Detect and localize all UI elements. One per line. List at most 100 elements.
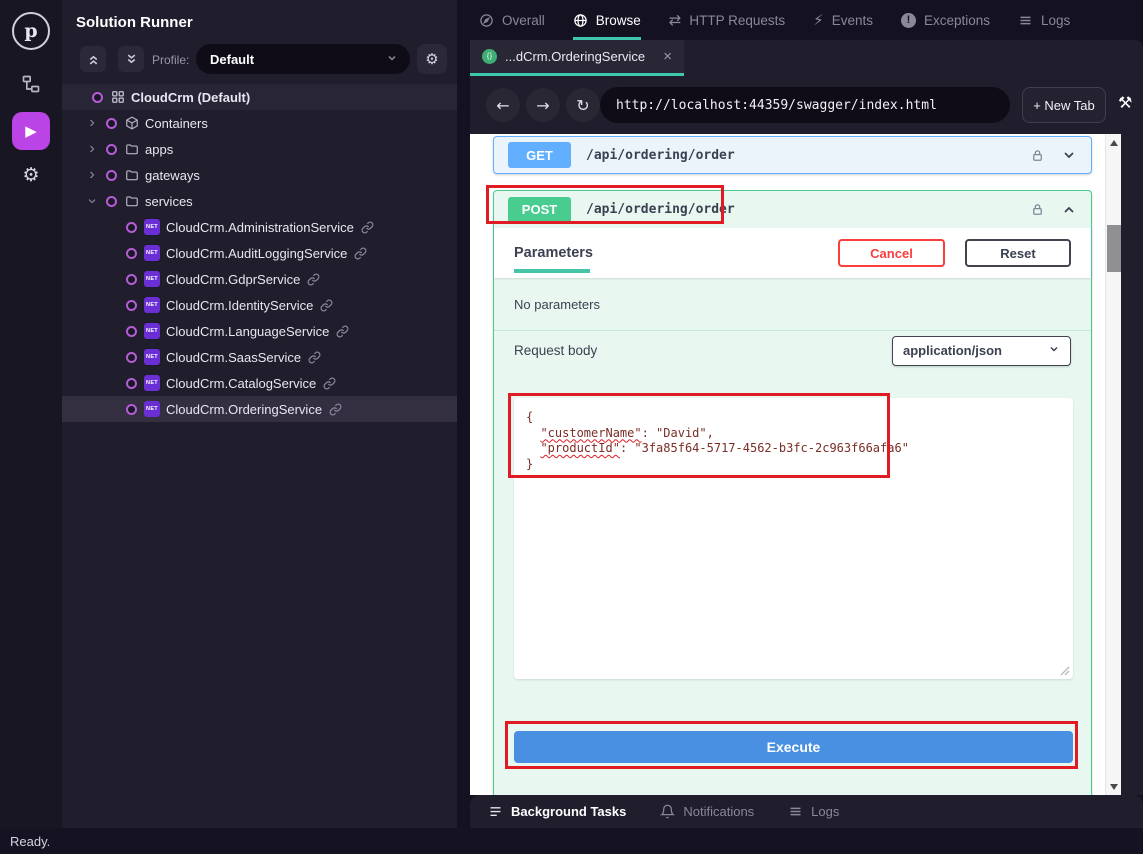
solution-tree-icon[interactable] xyxy=(19,72,43,96)
tab-label: Browse xyxy=(596,13,641,28)
tab-overall[interactable]: Overall xyxy=(479,0,545,40)
chevron-right-icon: › xyxy=(84,167,100,183)
status-text: Ready. xyxy=(10,834,50,849)
tab-http-requests[interactable]: ⇄ HTTP Requests xyxy=(669,0,785,40)
link-icon xyxy=(361,221,374,234)
double-chevron-up-icon xyxy=(87,53,100,66)
profile-dropdown[interactable]: Default xyxy=(196,44,410,74)
folder-icon xyxy=(124,168,139,183)
lock-icon[interactable] xyxy=(1030,148,1045,163)
dotnet-icon: NET xyxy=(144,297,160,313)
vertical-scrollbar[interactable] xyxy=(1105,134,1121,795)
bell-icon xyxy=(660,804,675,819)
back-button[interactable]: ← xyxy=(486,88,520,122)
content-type-value: application/json xyxy=(903,343,1002,358)
profile-settings-button[interactable]: ⚙ xyxy=(417,44,447,74)
sidebar: Solution Runner Profile: Default ⚙ xyxy=(62,0,457,828)
parameters-tab-underline xyxy=(514,269,590,273)
chevron-down-icon xyxy=(1048,343,1060,358)
url-input[interactable]: http://localhost:44359/swagger/index.htm… xyxy=(600,87,1010,123)
double-chevron-down-icon xyxy=(125,53,138,66)
tree-item-containers[interactable]: › Containers xyxy=(62,110,457,136)
app-logo-icon: p xyxy=(12,12,50,50)
scrollbar-thumb[interactable] xyxy=(1107,225,1121,272)
expand-all-button[interactable] xyxy=(118,46,144,72)
link-icon xyxy=(320,299,333,312)
tree-item-service-selected[interactable]: NET CloudCrm.OrderingService xyxy=(62,396,457,422)
new-tab-button[interactable]: + New Tab xyxy=(1022,87,1106,123)
folder-icon xyxy=(124,194,139,209)
status-dot-icon xyxy=(126,274,137,285)
tree-item-apps[interactable]: › apps xyxy=(62,136,457,162)
tree-item-service[interactable]: NET CloudCrm.AdministrationService xyxy=(62,214,457,240)
lines-icon xyxy=(788,804,803,819)
tree-item-service[interactable]: NET CloudCrm.AuditLoggingService xyxy=(62,240,457,266)
tree-item-root[interactable]: CloudCrm (Default) xyxy=(62,84,457,110)
tab-close-icon[interactable]: × xyxy=(663,48,672,65)
profile-label: Profile: xyxy=(152,53,189,67)
forward-arrow-icon: → xyxy=(536,96,549,115)
request-body-editor[interactable]: { "customerName": "David", "productId": … xyxy=(514,398,1073,679)
opblock-get[interactable]: GET /api/ordering/order xyxy=(493,136,1092,174)
parameters-section-header: Parameters Cancel Reset xyxy=(494,228,1091,278)
status-dot-icon xyxy=(126,326,137,337)
dotnet-icon: NET xyxy=(144,349,160,365)
logs-item[interactable]: Logs xyxy=(788,804,839,819)
cancel-button[interactable]: Cancel xyxy=(838,239,945,267)
notifications-item[interactable]: Notifications xyxy=(660,804,754,819)
run-button[interactable]: ▶ xyxy=(12,112,50,150)
service-label: CloudCrm.IdentityService xyxy=(166,298,313,313)
dotnet-icon: NET xyxy=(144,323,160,339)
browser-body: GET /api/ordering/order POST /api/orderi… xyxy=(470,134,1143,795)
post-opblock-header[interactable]: POST /api/ordering/order xyxy=(494,191,1091,228)
tab-events[interactable]: ⚡ Events xyxy=(813,0,873,40)
url-text: http://localhost:44359/swagger/index.htm… xyxy=(616,98,937,113)
refresh-button[interactable]: ↻ xyxy=(566,88,600,122)
tree-item-service[interactable]: NET CloudCrm.SaasService xyxy=(62,344,457,370)
status-dot-icon xyxy=(126,222,137,233)
status-dot-icon xyxy=(126,300,137,311)
background-tasks-item[interactable]: Background Tasks xyxy=(488,804,626,819)
post-method-badge: POST xyxy=(508,197,571,223)
chevron-down-icon[interactable] xyxy=(1061,147,1077,163)
link-icon xyxy=(329,403,342,416)
browser-chrome: { } ...dCrm.OrderingService × ← → ↻ http… xyxy=(470,40,1143,134)
dev-tools-icon[interactable]: ⚒ xyxy=(1118,93,1132,112)
swap-arrows-icon: ⇄ xyxy=(669,11,682,29)
chevron-up-icon[interactable] xyxy=(1061,202,1077,218)
dotnet-icon: NET xyxy=(144,219,160,235)
tree-item-service[interactable]: NET CloudCrm.LanguageService xyxy=(62,318,457,344)
spellcheck-squiggle: "productId" xyxy=(540,441,619,455)
tree-item-label: CloudCrm (Default) xyxy=(131,90,250,105)
service-label: CloudCrm.AuditLoggingService xyxy=(166,246,347,261)
tab-logs[interactable]: Logs xyxy=(1018,0,1070,40)
globe-icon xyxy=(573,13,588,28)
lock-icon[interactable] xyxy=(1030,202,1045,217)
content-type-select[interactable]: application/json xyxy=(892,336,1071,366)
browser-toolbar: ← → ↻ http://localhost:44359/swagger/ind… xyxy=(470,76,1143,134)
tree-item-service[interactable]: NET CloudCrm.IdentityService xyxy=(62,292,457,318)
forward-button[interactable]: → xyxy=(526,88,560,122)
status-dot-icon xyxy=(126,378,137,389)
scroll-up-arrow-icon[interactable] xyxy=(1106,134,1121,151)
settings-gear-icon[interactable]: ⚙ xyxy=(22,164,39,186)
resize-grip-icon[interactable] xyxy=(1060,666,1070,676)
profile-dropdown-value: Default xyxy=(210,52,254,67)
collapse-all-button[interactable] xyxy=(80,46,106,72)
service-label: CloudCrm.SaasService xyxy=(166,350,301,365)
tree-item-gateways[interactable]: › gateways xyxy=(62,162,457,188)
service-label: CloudCrm.LanguageService xyxy=(166,324,329,339)
tree-item-service[interactable]: NET CloudCrm.CatalogService xyxy=(62,370,457,396)
execute-button[interactable]: Execute xyxy=(514,731,1073,763)
service-label: CloudCrm.OrderingService xyxy=(166,402,322,417)
parameters-title: Parameters xyxy=(514,245,593,261)
browser-tab[interactable]: { } ...dCrm.OrderingService × xyxy=(470,40,684,76)
tab-browse[interactable]: Browse xyxy=(573,0,641,40)
activity-bar: p ▶ ⚙ xyxy=(0,0,62,828)
scroll-down-arrow-icon[interactable] xyxy=(1106,778,1121,795)
tab-exceptions[interactable]: ! Exceptions xyxy=(901,0,990,40)
tree-item-service[interactable]: NET CloudCrm.GdprService xyxy=(62,266,457,292)
tree-item-services[interactable]: › services xyxy=(62,188,457,214)
bottom-bar: Background Tasks Notifications Logs xyxy=(470,795,1143,828)
reset-button[interactable]: Reset xyxy=(965,239,1071,267)
